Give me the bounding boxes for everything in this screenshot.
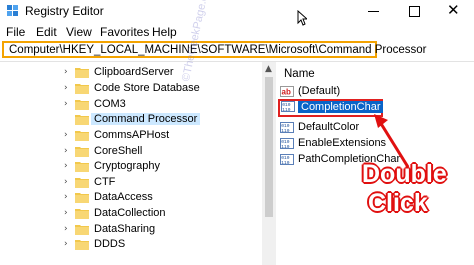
folder-icon [75, 100, 89, 110]
tree-item[interactable]: › Code Store Database [0, 81, 262, 96]
chevron-right-icon[interactable]: › [64, 177, 68, 187]
tree-item[interactable]: › Cryptography [0, 159, 262, 174]
tree-item[interactable]: › DDDS [0, 237, 262, 252]
callout-line-2: Click [368, 189, 428, 217]
svg-text:110: 110 [281, 160, 290, 165]
menu-edit[interactable]: Edit [36, 25, 57, 39]
chevron-right-icon[interactable]: › [64, 67, 68, 77]
maximize-icon [409, 6, 420, 17]
menu-favorites[interactable]: Favorites [100, 25, 149, 39]
tree-item-label: DataCollection [94, 207, 166, 219]
value-name: DefaultColor [298, 121, 360, 133]
svg-text:110: 110 [282, 107, 291, 112]
binary-value-icon: 010 110 [280, 138, 294, 149]
scroll-thumb[interactable] [265, 77, 273, 217]
value-name: (Default) [298, 85, 341, 97]
binary-value-icon: 010 110 [280, 122, 294, 133]
binary-value-icon: 010 110 [281, 101, 295, 112]
svg-text:110: 110 [281, 144, 290, 149]
menu-file[interactable]: File [6, 25, 25, 39]
minimize-icon [368, 11, 379, 12]
chevron-right-icon[interactable]: › [64, 224, 68, 234]
svg-text:110: 110 [281, 128, 290, 133]
chevron-right-icon[interactable]: › [64, 192, 68, 202]
close-icon: ✕ [447, 1, 460, 19]
svg-text:ab: ab [282, 88, 291, 97]
chevron-right-icon[interactable]: › [64, 161, 68, 171]
folder-icon [75, 209, 89, 219]
chevron-right-icon[interactable]: › [64, 208, 68, 218]
chevron-right-icon[interactable]: › [64, 83, 68, 93]
tree-item-label: COM3 [94, 98, 126, 110]
folder-icon [75, 193, 89, 203]
folder-icon [75, 84, 89, 94]
minimize-button[interactable] [354, 0, 394, 22]
tree-item-label: ClipboardServer [94, 66, 174, 78]
chevron-right-icon[interactable]: › [64, 99, 68, 109]
address-path: Computer\HKEY_LOCAL_MACHINE\SOFTWARE\Mic… [9, 44, 427, 56]
tree-item-label: Code Store Database [94, 82, 200, 94]
tree-item[interactable]: › CommsAPHost [0, 128, 262, 143]
tree-item-label: DataSharing [94, 223, 156, 235]
chevron-right-icon[interactable]: › [64, 239, 68, 249]
tree-scrollbar[interactable]: ▲ [262, 62, 276, 265]
scroll-up-icon[interactable]: ▲ [265, 64, 272, 74]
tree-item-selected[interactable]: Command Processor [0, 112, 262, 127]
folder-icon [75, 147, 89, 157]
folder-icon [75, 225, 89, 235]
chevron-right-icon[interactable]: › [64, 130, 68, 140]
tree-item-label: Command Processor [91, 113, 201, 125]
tree-item-label: DDDS [94, 238, 126, 250]
key-tree: › ClipboardServer › Code Store Database … [0, 62, 262, 265]
folder-icon [75, 240, 89, 250]
title-bar[interactable]: Registry Editor ✕ [0, 0, 474, 26]
tree-item[interactable]: › ClipboardServer [0, 65, 262, 80]
folder-icon [75, 68, 89, 78]
callout-line-1: Double [362, 160, 447, 188]
value-row-completionchar[interactable]: 010 110 CompletionChar [278, 99, 384, 117]
folder-icon [75, 162, 89, 172]
tree-item[interactable]: › CoreShell [0, 144, 262, 159]
folder-icon [75, 115, 89, 125]
tree-item-label: CTF [94, 176, 116, 188]
chevron-right-icon[interactable]: › [64, 146, 68, 156]
folder-icon [75, 178, 89, 188]
tree-item-label: CommsAPHost [94, 129, 170, 141]
registry-app-icon [7, 5, 18, 16]
menu-bar: File Edit View Favorites Help [0, 22, 474, 40]
window-title: Registry Editor [25, 4, 104, 18]
maximize-button[interactable] [394, 0, 434, 22]
close-button[interactable]: ✕ [434, 0, 474, 22]
tree-item[interactable]: › COM3 [0, 97, 262, 112]
column-header-name[interactable]: Name [284, 68, 315, 80]
binary-value-icon: 010 110 [280, 154, 294, 165]
folder-icon [75, 131, 89, 141]
tree-item-label: CoreShell [94, 145, 143, 157]
menu-view[interactable]: View [66, 25, 92, 39]
tree-item[interactable]: › CTF [0, 175, 262, 190]
tree-item[interactable]: › DataSharing [0, 222, 262, 237]
string-value-icon: ab [280, 86, 294, 97]
tree-item[interactable]: › DataCollection [0, 206, 262, 221]
value-row[interactable]: ab (Default) [280, 85, 470, 99]
menu-help[interactable]: Help [152, 25, 177, 39]
tree-item-label: DataAccess [94, 191, 153, 203]
tree-item[interactable]: › DataAccess [0, 190, 262, 205]
double-click-callout: Double Click [362, 160, 447, 218]
tree-item-label: Cryptography [94, 160, 161, 172]
